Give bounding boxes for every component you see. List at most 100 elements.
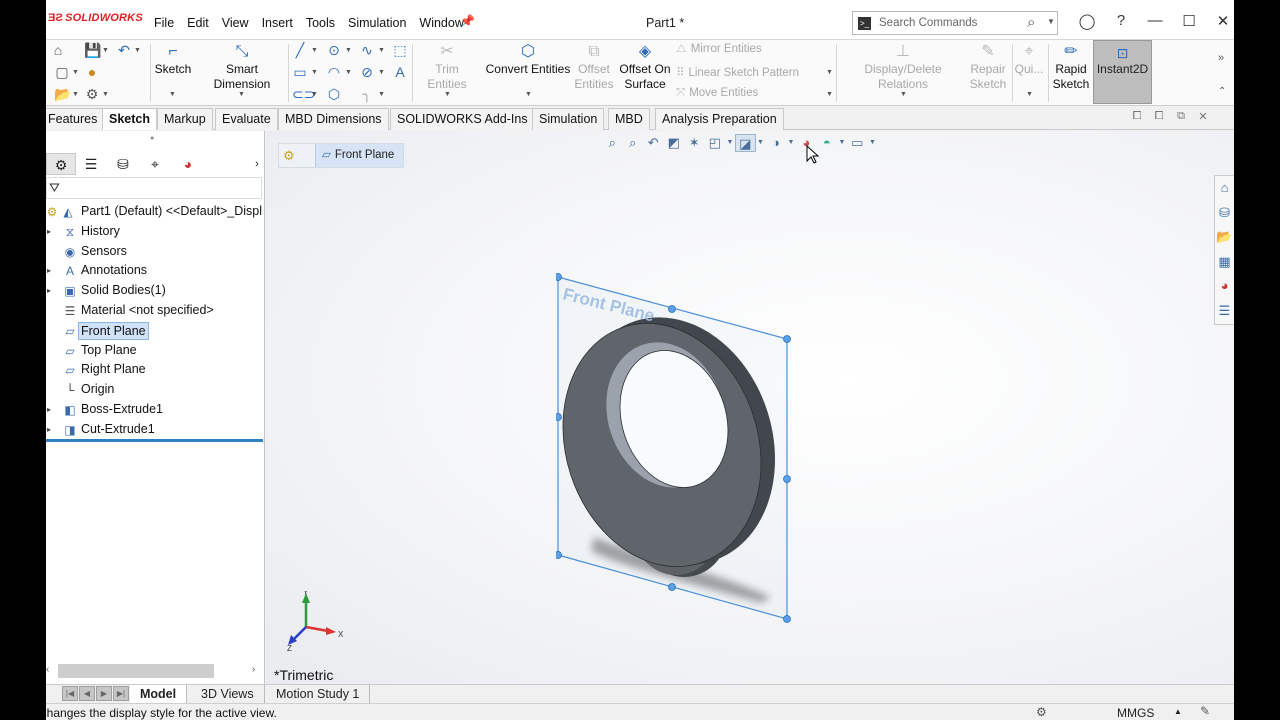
minimize-icon[interactable]: — xyxy=(1138,12,1172,30)
menu-view[interactable]: View xyxy=(222,16,249,30)
tree-item-boss-extrude1[interactable]: ▸ ◧ Boss-Extrude1 xyxy=(46,400,265,420)
custom-properties-icon[interactable]: ☰ xyxy=(1215,299,1234,324)
rebuild-status-icon[interactable]: ⚙ xyxy=(1036,705,1047,719)
expand-arrow-icon[interactable]: ▸ xyxy=(47,420,51,440)
open-document-icon[interactable]: 📂 xyxy=(54,86,71,102)
offset-entities-button[interactable]: ⧉ Offset Entities xyxy=(572,42,616,92)
user-icon[interactable]: ◯ xyxy=(1070,12,1104,30)
tab-sketch[interactable]: Sketch xyxy=(102,108,157,130)
repair-sketch-button[interactable]: ✎ Repair Sketch xyxy=(968,42,1008,92)
chevron-down-icon[interactable]: ▼ xyxy=(378,91,385,98)
menu-simulation[interactable]: Simulation xyxy=(348,16,406,30)
part-model-viewport[interactable]: Front Plane xyxy=(556,269,816,629)
chevron-down-icon[interactable]: ▼ xyxy=(345,69,352,76)
chevron-down-icon[interactable]: ▼ xyxy=(1026,91,1033,98)
expand-right-icon[interactable]: » xyxy=(1218,52,1224,64)
close-doc-icon[interactable]: ✕ xyxy=(1192,110,1214,123)
configuration-manager-tab-icon[interactable]: ⛁ xyxy=(108,153,138,175)
chevron-down-icon[interactable]: ▼ xyxy=(786,134,796,152)
tab-simulation[interactable]: Simulation xyxy=(532,108,605,130)
property-manager-tab-icon[interactable]: ☰ xyxy=(76,153,106,175)
search-commands-box[interactable]: >_ Search Commands ⌕ ▼ xyxy=(852,11,1058,35)
tab-mbd-dimensions[interactable]: MBD Dimensions xyxy=(278,108,389,130)
search-input[interactable]: Search Commands xyxy=(879,17,977,29)
polygon-icon[interactable]: ⬡ xyxy=(326,86,342,102)
appearances-icon[interactable]: ◕ xyxy=(1215,274,1234,299)
display-manager-tab-icon[interactable]: ◕ xyxy=(173,153,203,175)
help-icon[interactable]: ? xyxy=(1104,12,1138,30)
display-style-icon[interactable]: ◪ xyxy=(735,134,756,152)
customize-status-icon[interactable]: ✎ xyxy=(1200,704,1210,718)
chevron-down-icon[interactable]: ▼ xyxy=(311,91,318,98)
tree-filter[interactable]: ⛛ xyxy=(46,177,262,199)
chevron-down-icon[interactable]: ▼ xyxy=(378,69,385,76)
graphics-area[interactable]: ⚙ ▱ Front Plane ⌕ ⌕ ↶ ◩ ✶ ◰ ▼ ◪ ▼ ◑ ▼ ◕ ◓… xyxy=(266,131,1234,684)
rollback-bar[interactable] xyxy=(46,439,263,442)
next-tab-icon[interactable]: ▶ xyxy=(96,686,112,701)
scroll-left-icon[interactable]: ‹ xyxy=(46,664,49,675)
traffic-light-icon[interactable]: ● xyxy=(84,64,100,80)
collapse-up-icon[interactable]: ⌃ xyxy=(1218,86,1226,97)
chevron-down-icon[interactable]: ▼ xyxy=(525,91,532,98)
sketch-button[interactable]: ⌐ Sketch xyxy=(154,42,192,77)
expand-arrow-icon[interactable]: ▸ xyxy=(47,222,51,242)
tab-evaluate[interactable]: Evaluate xyxy=(215,108,278,130)
expand-arrow-icon[interactable]: ▸ xyxy=(47,400,51,420)
panel-grip-icon[interactable]: ● xyxy=(150,135,154,142)
tab-markup[interactable]: Markup xyxy=(157,108,213,130)
expand-arrow-icon[interactable]: ▸ xyxy=(47,281,51,301)
chevron-down-icon[interactable]: ▼ xyxy=(756,134,766,152)
chevron-down-icon[interactable]: ▼ xyxy=(444,91,451,98)
filter-icon[interactable]: ⛛ xyxy=(49,180,60,196)
smart-dimension-button[interactable]: ⤡ Smart Dimension xyxy=(196,42,288,92)
chevron-down-icon[interactable]: ▼ xyxy=(345,47,352,54)
restore-icon[interactable]: ⧠ xyxy=(1126,110,1148,123)
rectangle-icon[interactable]: ▭ xyxy=(292,64,308,80)
convert-entities-button[interactable]: ⬡ Convert Entities xyxy=(484,42,572,77)
scroll-right-icon[interactable]: › xyxy=(252,664,255,675)
previous-tab-icon[interactable]: ◀ xyxy=(79,686,95,701)
line-icon[interactable]: ╱ xyxy=(292,42,308,58)
options-gear-icon[interactable]: ⚙ xyxy=(84,86,100,102)
tree-item-annotations[interactable]: ▸ A Annotations xyxy=(46,261,265,281)
previous-view-icon[interactable]: ↶ xyxy=(643,134,664,152)
chevron-down-icon[interactable]: ▼ xyxy=(102,91,109,98)
chevron-down-icon[interactable]: ▼ xyxy=(826,91,833,98)
front-plane-outline[interactable] xyxy=(557,276,788,620)
solidworks-resources-icon[interactable]: ⌂ xyxy=(1215,176,1234,201)
text-icon[interactable]: A xyxy=(392,64,408,80)
menu-tools[interactable]: Tools xyxy=(306,16,335,30)
ellipse-icon[interactable]: ⊘ xyxy=(359,64,375,80)
arc-icon[interactable]: ◠ xyxy=(326,64,342,80)
dynamic-annotation-icon[interactable]: ✶ xyxy=(684,134,705,152)
tree-item-right-plane[interactable]: ▱ Right Plane xyxy=(46,360,265,380)
view-orientation-icon[interactable]: ◰ xyxy=(705,134,726,152)
chevron-down-icon[interactable]: ▼ xyxy=(378,47,385,54)
chevron-down-icon[interactable]: ▼ xyxy=(169,91,176,98)
tab-model[interactable]: Model xyxy=(130,685,188,703)
zoom-to-area-icon[interactable]: ⌕ xyxy=(623,134,644,152)
point-grid-icon[interactable]: ⬚ xyxy=(392,42,408,58)
tree-item-material[interactable]: ☰ Material <not specified> xyxy=(46,301,265,321)
menu-file[interactable]: File xyxy=(154,16,174,30)
chevron-down-icon[interactable]: ▼ xyxy=(102,47,109,54)
design-library-icon[interactable]: ⛁ xyxy=(1215,201,1234,226)
offset-on-surface-button[interactable]: ◈ Offset On Surface xyxy=(616,42,674,92)
tab-features[interactable]: Features xyxy=(46,108,105,130)
chevron-down-icon[interactable]: ▼ xyxy=(134,47,141,54)
chevron-down-icon[interactable]: ▼ xyxy=(868,134,878,152)
new-document-icon[interactable]: ▢ xyxy=(54,64,70,80)
trim-entities-button[interactable]: ✂ Trim Entities xyxy=(416,42,478,92)
undo-icon[interactable]: ↶ xyxy=(116,42,132,58)
instant2d-button[interactable]: ⊡ Instant2D xyxy=(1093,40,1152,104)
section-view-icon[interactable]: ◩ xyxy=(664,134,685,152)
move-entities-button[interactable]: ⤧ Move Entities xyxy=(676,87,758,100)
menu-insert[interactable]: Insert xyxy=(262,16,293,30)
pin-icon[interactable]: 📌 xyxy=(460,14,475,28)
chevron-down-icon[interactable]: ▼ xyxy=(72,69,79,76)
tab-motion-study-1[interactable]: Motion Study 1 xyxy=(266,685,371,703)
tile-icon[interactable]: ⧠ xyxy=(1148,110,1170,123)
scrollbar-thumb[interactable] xyxy=(58,664,214,678)
chevron-down-icon[interactable]: ▼ xyxy=(826,69,833,76)
chevron-up-icon[interactable]: ▲ xyxy=(1174,707,1182,716)
